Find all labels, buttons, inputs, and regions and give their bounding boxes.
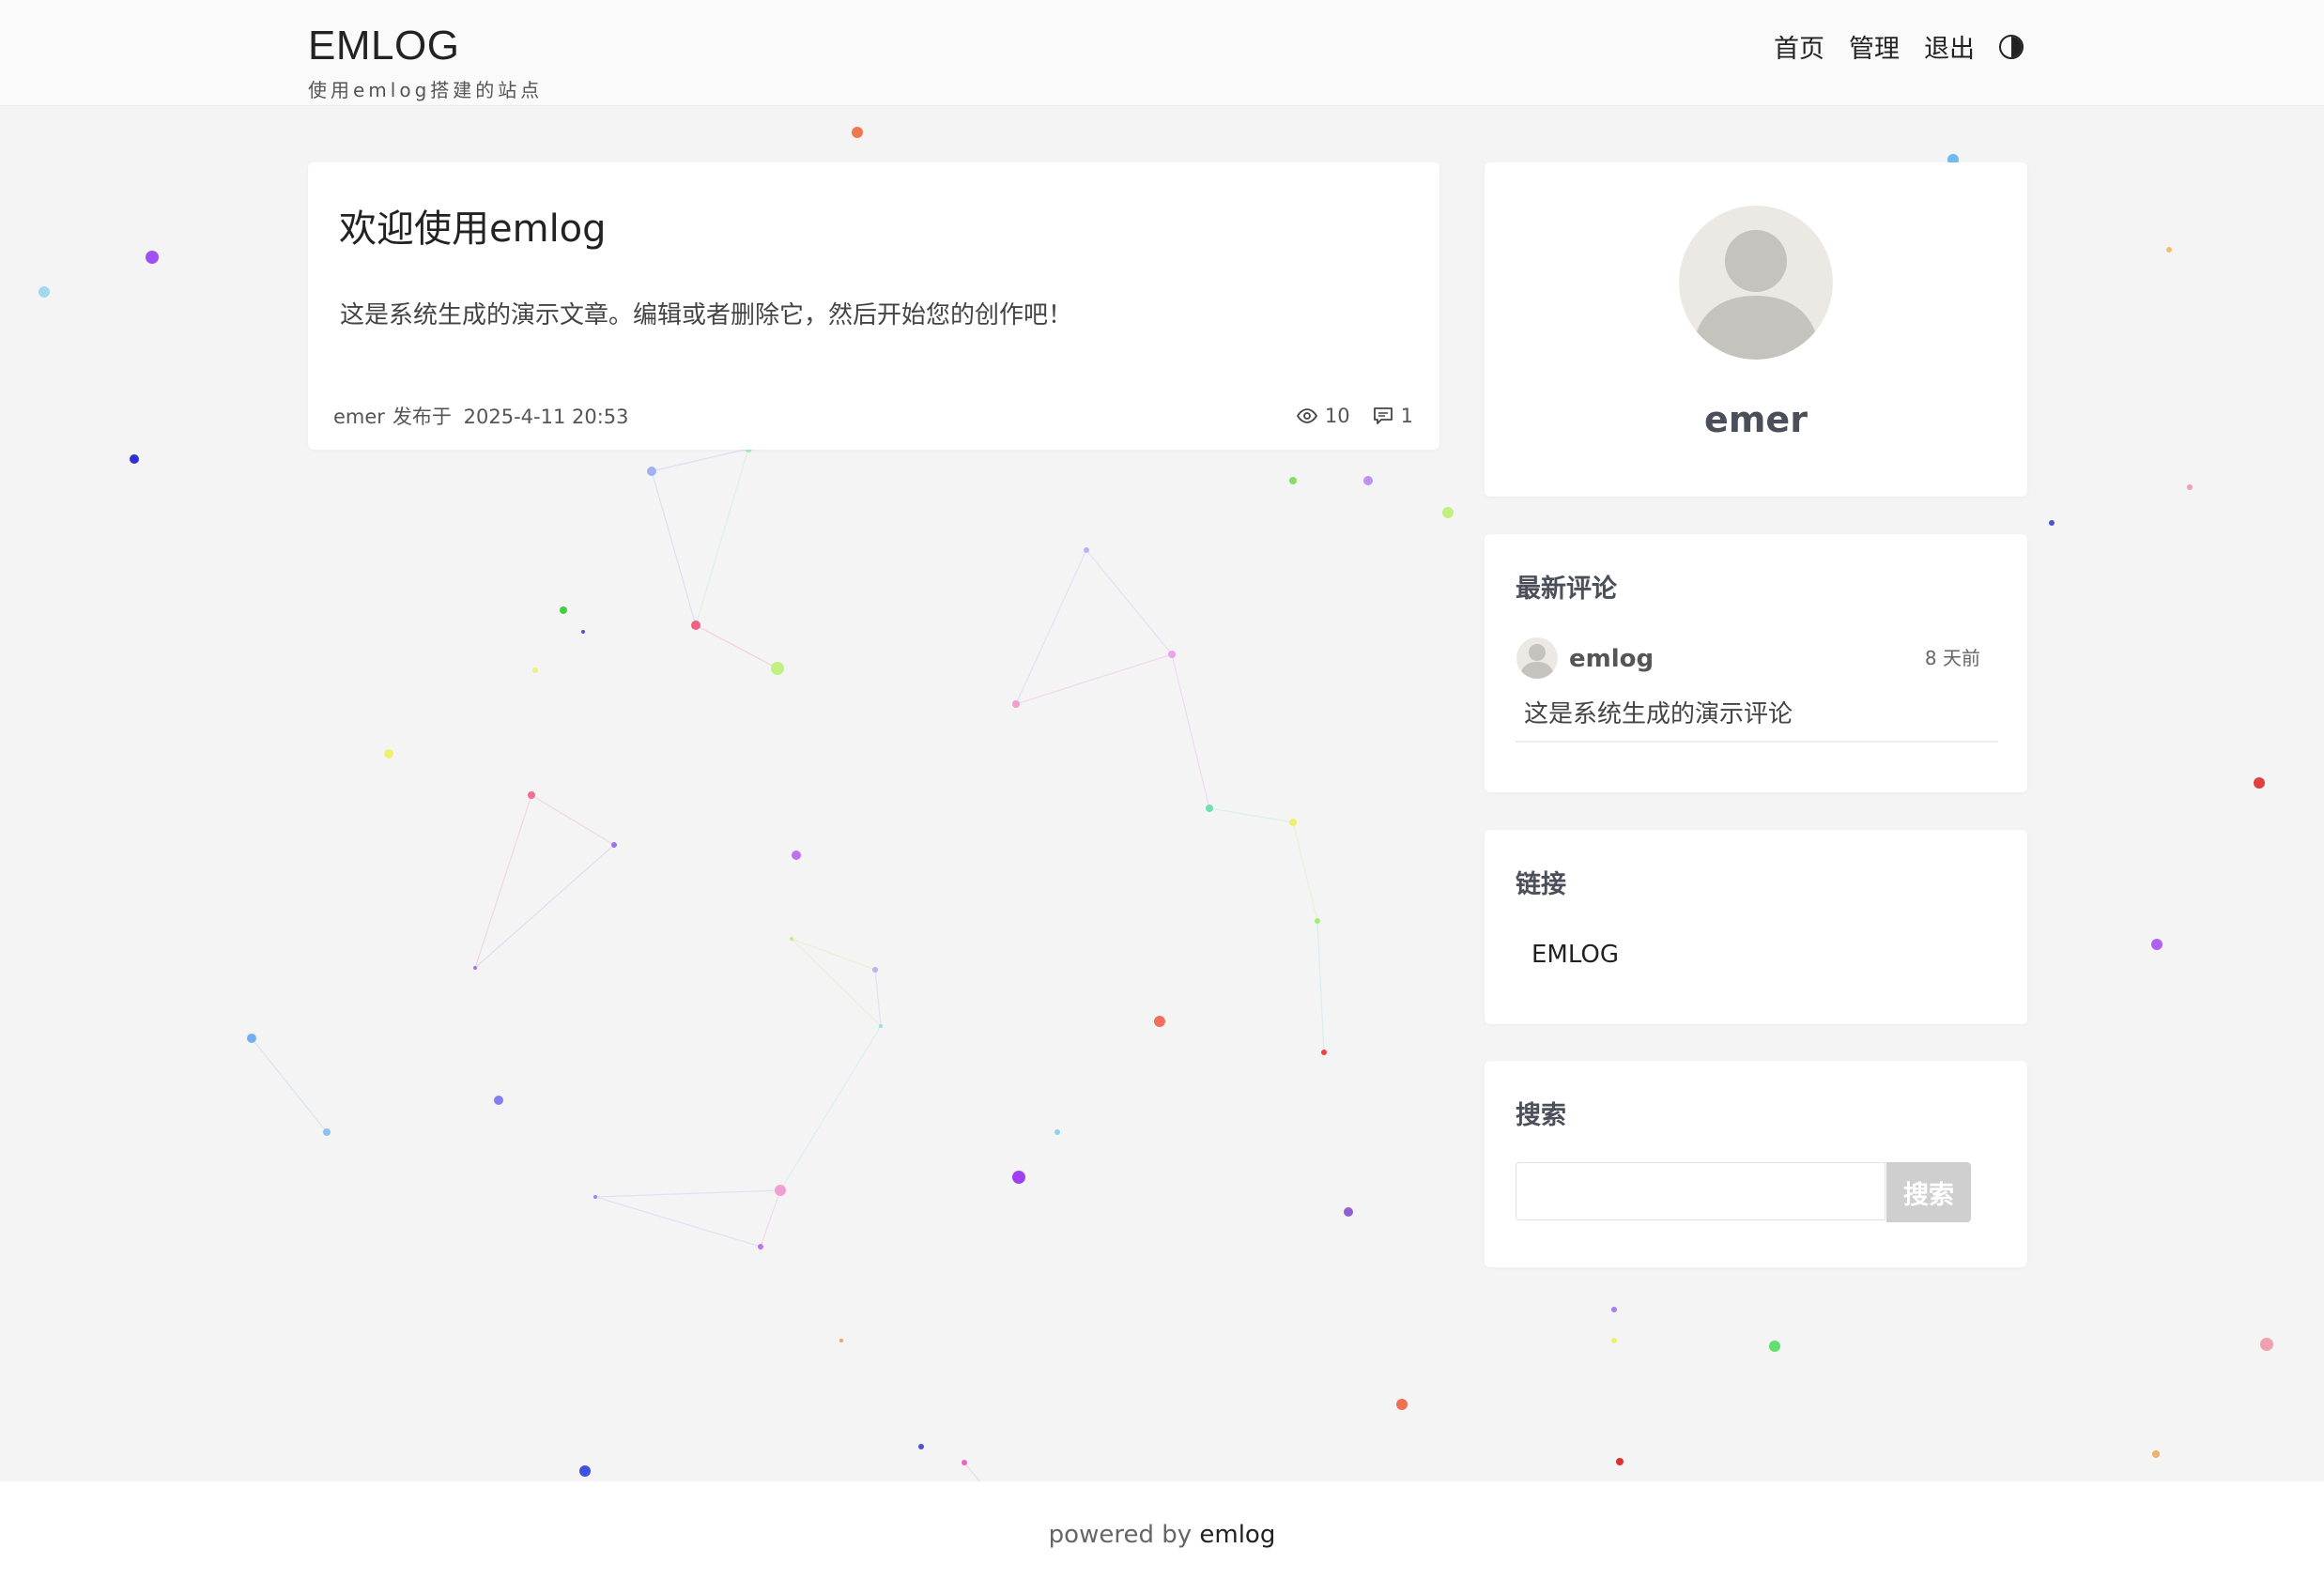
search-button[interactable]: 搜索 [1886, 1162, 1971, 1222]
site-subtitle: 使用emlog搭建的站点 [308, 79, 544, 101]
profile-name: emer [1704, 399, 1808, 440]
comment-text[interactable]: 这是系统生成的演示评论 [1524, 695, 1793, 729]
widget-title-links: 链接 [1516, 870, 1566, 899]
theme-toggle-icon[interactable] [1999, 34, 2024, 59]
comment-author[interactable]: emlog [1569, 645, 1654, 673]
nav-logout-link[interactable]: 退出 [1924, 28, 1975, 65]
eye-icon [1296, 408, 1317, 423]
search-input[interactable] [1516, 1162, 1885, 1220]
divider [1516, 741, 1998, 743]
link-item-emlog[interactable]: EMLOG [1531, 941, 1619, 969]
comment-avatar [1516, 637, 1558, 679]
footer-text: powered by emlog [0, 1521, 2324, 1549]
post-card: 欢迎使用emlog 这是系统生成的演示文章。编辑或者删除它，然后开始您的创作吧！… [308, 162, 1439, 450]
post-comments-count: 1 [1400, 405, 1413, 427]
profile-card: emer [1485, 162, 2027, 497]
post-comments[interactable]: 1 [1373, 405, 1413, 427]
site-title[interactable]: EMLOG [308, 23, 459, 69]
footer-prefix: powered by [1048, 1521, 1193, 1549]
post-title[interactable]: 欢迎使用emlog [339, 198, 607, 253]
default-avatar-icon [1692, 230, 1820, 360]
default-avatar-icon [1520, 644, 1554, 679]
post-views: 10 [1296, 405, 1350, 427]
post-author[interactable]: emer [333, 406, 385, 428]
footer-emlog-link[interactable]: emlog [1199, 1521, 1275, 1549]
post-published-label: 发布于 [392, 406, 452, 428]
post-meta: emer 发布于 2025-4-11 20:53 [333, 402, 629, 430]
widget-title-search: 搜索 [1516, 1101, 1566, 1130]
main-nav: 首页 管理 退出 [1774, 28, 2024, 65]
site-header: EMLOG 使用emlog搭建的站点 首页 管理 退出 [0, 0, 2324, 106]
nav-admin-link[interactable]: 管理 [1849, 28, 1900, 65]
nav-home-link[interactable]: 首页 [1774, 28, 1824, 65]
comment-time: 8 天前 [1924, 647, 1980, 669]
avatar[interactable] [1679, 206, 1833, 360]
post-stats: 10 1 [1296, 405, 1413, 427]
comment-icon [1373, 407, 1393, 424]
post-views-count: 10 [1324, 405, 1350, 427]
latest-comments-widget: 最新评论 emlog 8 天前 这是系统生成的演示评论 [1485, 534, 2027, 792]
widget-title-latest-comments: 最新评论 [1516, 575, 1617, 604]
site-footer: powered by emlog [0, 1481, 2324, 1579]
post-excerpt: 这是系统生成的演示文章。编辑或者删除它，然后开始您的创作吧！ [340, 301, 1073, 330]
links-widget: 链接 EMLOG [1485, 830, 2027, 1024]
post-date: 2025-4-11 20:53 [463, 406, 629, 428]
search-widget: 搜索 搜索 [1485, 1061, 2027, 1267]
